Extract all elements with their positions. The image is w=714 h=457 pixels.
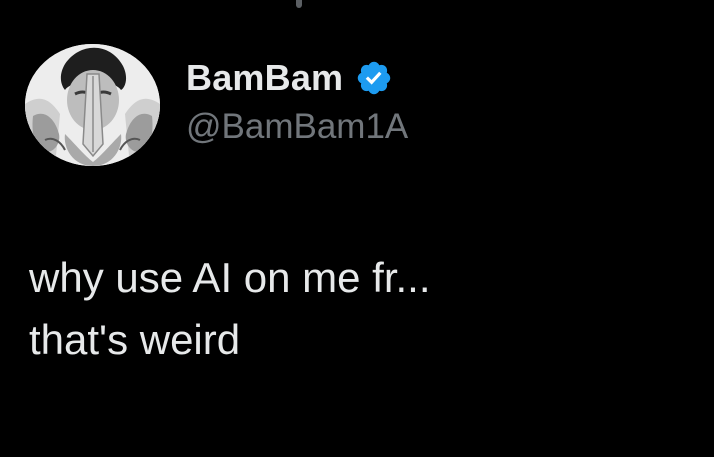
verified-badge-icon[interactable] bbox=[355, 59, 393, 97]
avatar[interactable] bbox=[25, 44, 160, 166]
author-name-row: BamBam bbox=[186, 56, 393, 100]
tweet-text-line: why use AI on me fr... bbox=[29, 254, 431, 301]
author-display-name[interactable]: BamBam bbox=[186, 56, 343, 100]
tweet-author-header: BamBam @BamBam1A bbox=[25, 44, 625, 170]
author-handle[interactable]: @BamBam1A bbox=[186, 106, 408, 148]
tweet-text: why use AI on me fr... that's weird bbox=[29, 247, 689, 371]
thread-connector-line bbox=[296, 0, 302, 8]
tweet-text-line: that's weird bbox=[29, 316, 241, 363]
tweet-screenshot: BamBam @BamBam1A why use AI on me fr... … bbox=[0, 0, 714, 457]
avatar-photo bbox=[25, 44, 160, 166]
